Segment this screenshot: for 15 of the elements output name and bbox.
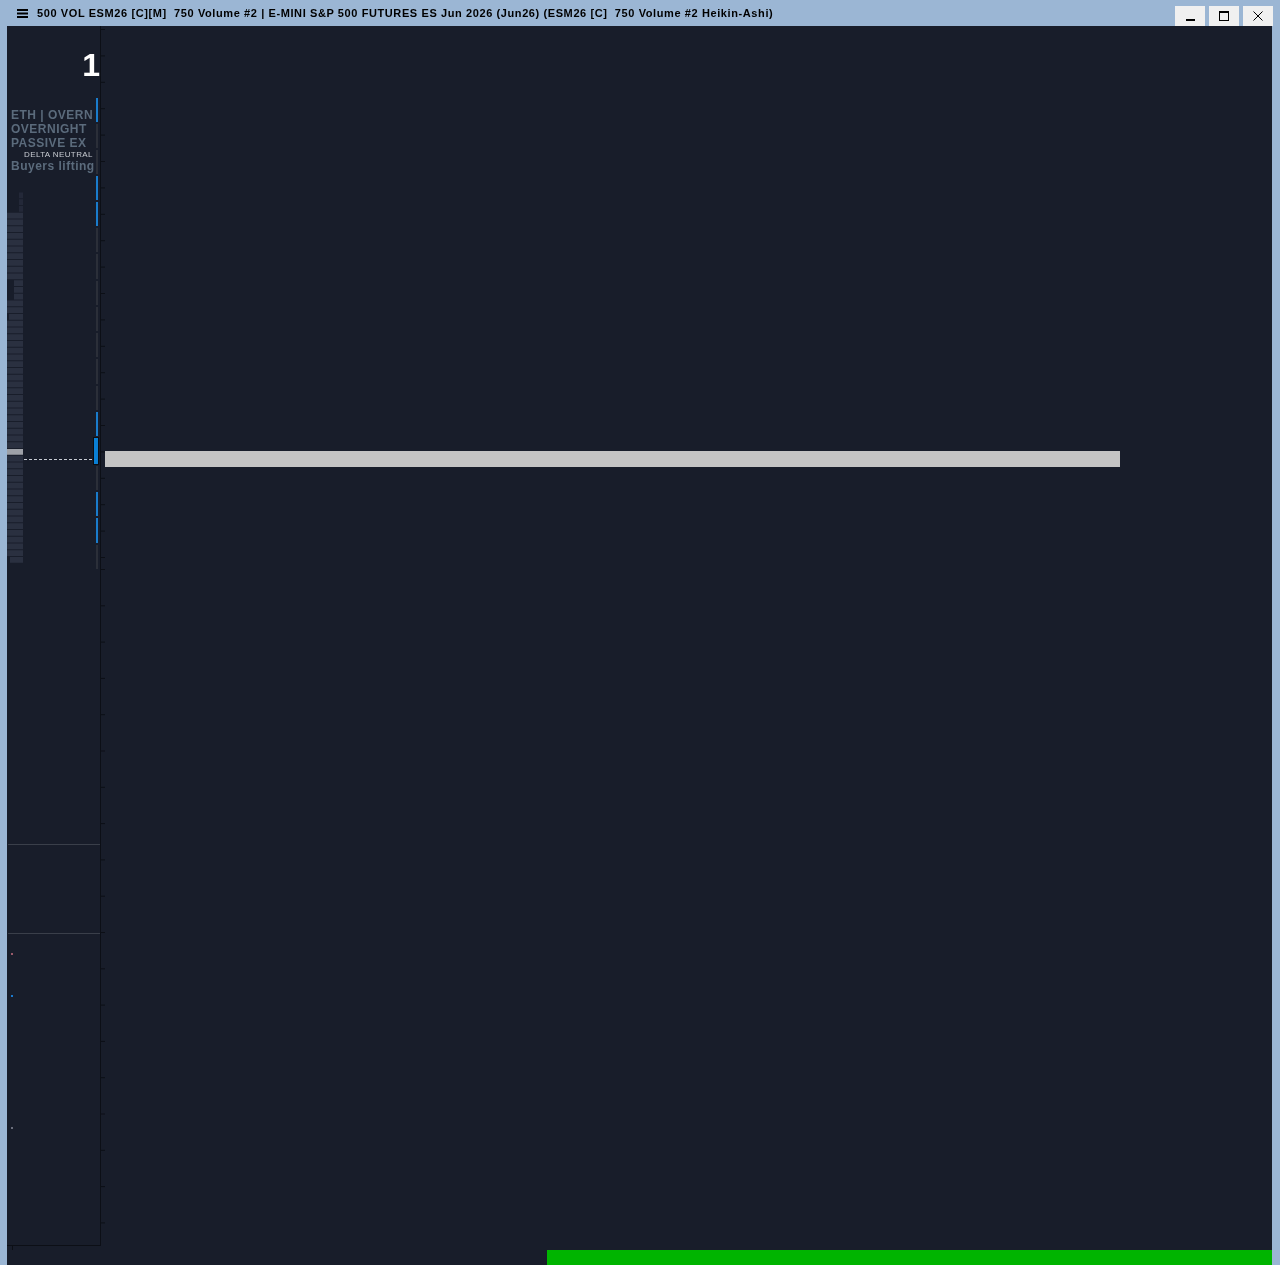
minimize-button[interactable]: [1175, 6, 1205, 26]
panel-label: ETH | OVERN: [11, 108, 94, 122]
panel-value: 1: [82, 49, 100, 81]
panel-label: PASSIVE EX: [11, 136, 87, 150]
maximize-icon: [1219, 11, 1229, 21]
price-line: [23, 459, 94, 460]
close-icon: [1253, 11, 1263, 21]
panel-label: Buyers lifting: [11, 159, 95, 173]
window-title: 500 VOL ESM26 [C][M] 750 Volume #2 | E-MINI S&P 500 FUTURES ES Jun 2026 (Jun26) (ESM26 [C] 750 Volume #2 Heikin-Ashi): [37, 6, 775, 20]
status-label: DELTA NEUTRAL: [24, 150, 93, 159]
close-button[interactable]: [1243, 6, 1273, 26]
minimize-icon: [1185, 19, 1195, 21]
menu-icon[interactable]: [17, 8, 28, 18]
panel-label: OVERNIGHT: [11, 122, 87, 136]
maximize-button[interactable]: [1209, 6, 1239, 26]
